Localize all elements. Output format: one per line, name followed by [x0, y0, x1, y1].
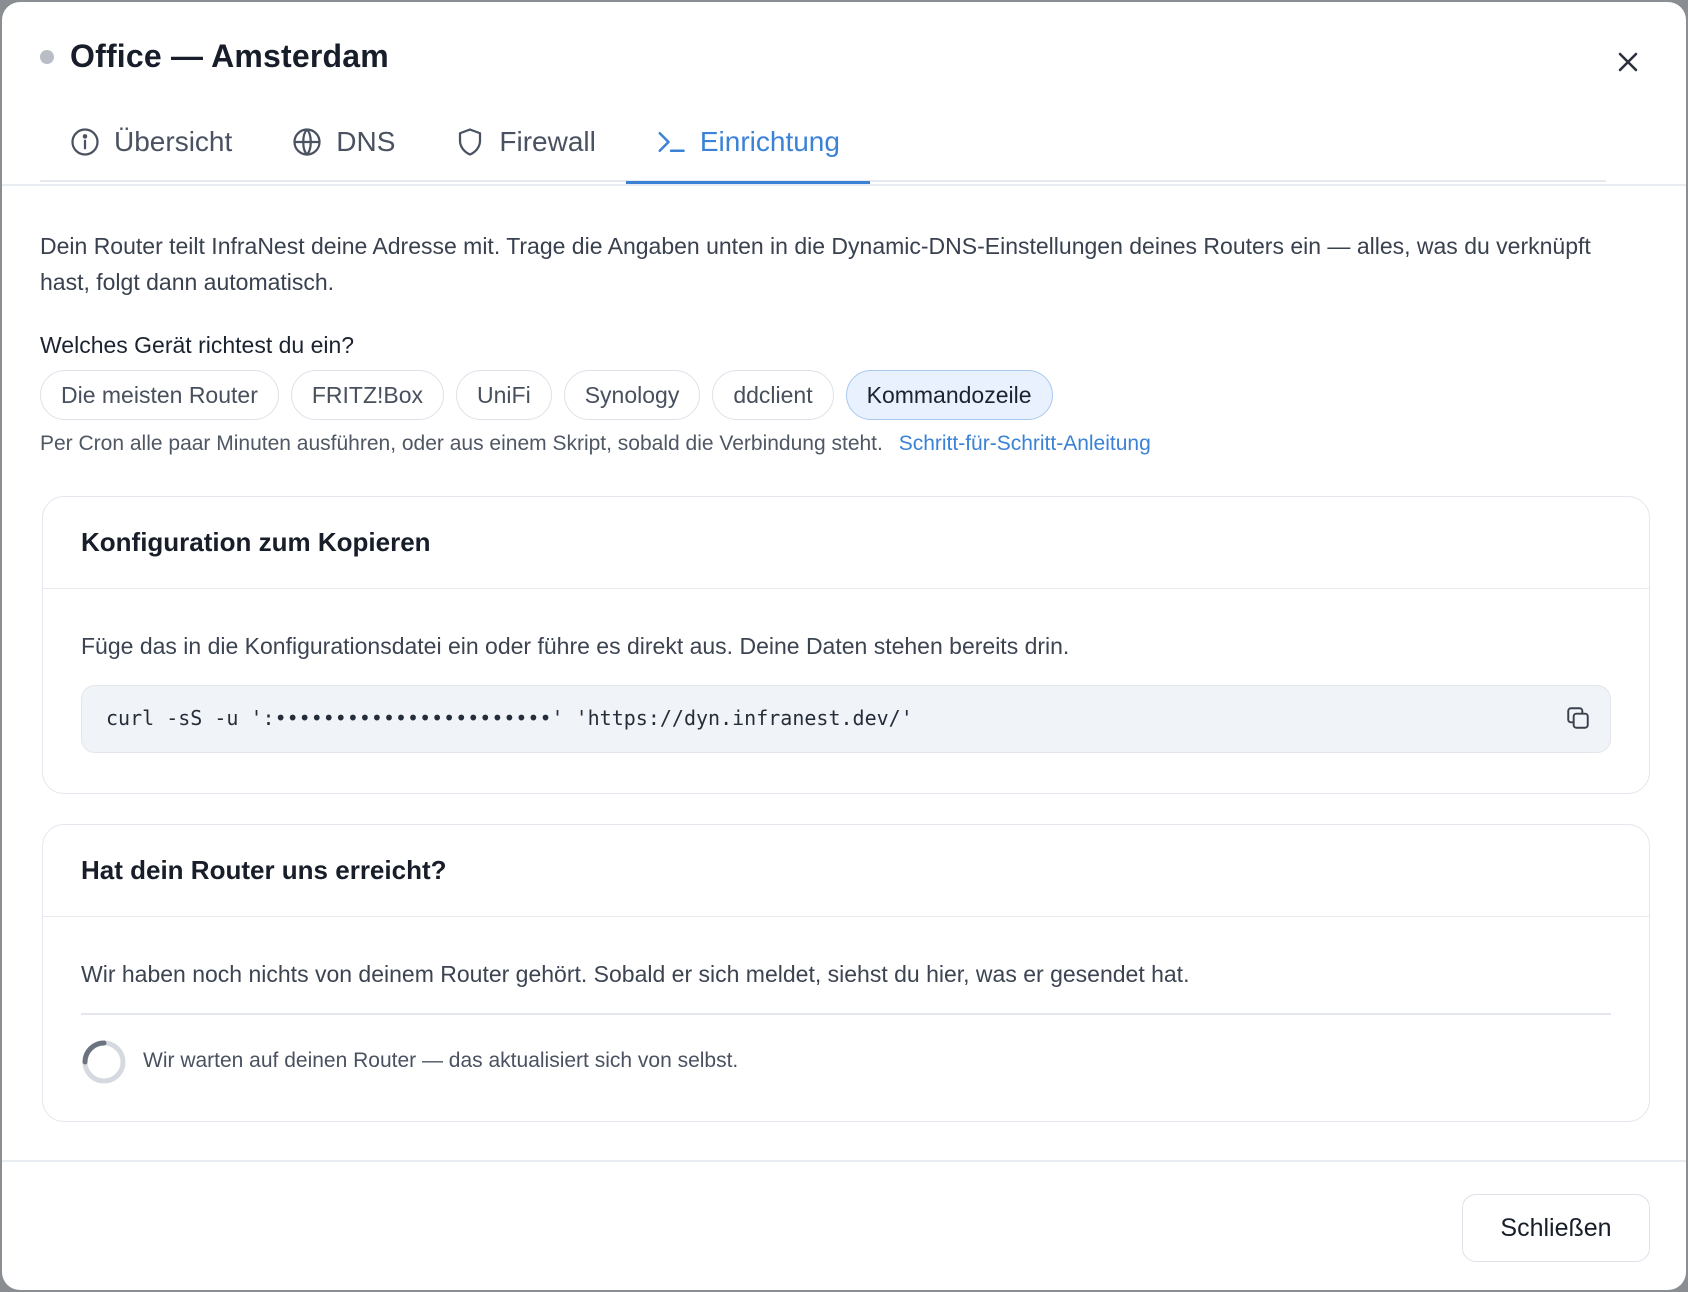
status-card: Hat dein Router uns erreicht? Wir haben … [42, 824, 1650, 1122]
tab-label: Firewall [499, 126, 596, 157]
device-selector: Die meisten Router FRITZ!Box UniFi Synol… [40, 370, 1053, 420]
copy-icon[interactable] [1560, 700, 1596, 736]
shield-icon [459, 128, 482, 156]
tab-label: DNS [336, 126, 396, 157]
divider [81, 1013, 1611, 1015]
intro-text: Dein Router teilt InfraNest deine Adress… [40, 233, 1591, 295]
device-chip-fritzbox[interactable]: FRITZ!Box [290, 370, 445, 420]
info-icon [71, 128, 99, 156]
dialog-header: Office — Amsterdam Übersicht DNS Firewal… [2, 2, 1686, 186]
status-description: Wir haben noch nichts von deinem Router … [81, 961, 1190, 987]
globe-icon [293, 128, 321, 157]
dialog-title: Office — Amsterdam [70, 38, 389, 74]
setup-dialog: Office — Amsterdam Übersicht DNS Firewal… [2, 2, 1686, 1290]
config-card: Konfiguration zum Kopieren Füge das in d… [42, 496, 1650, 794]
status-card-title: Hat dein Router uns erreicht? [43, 825, 1649, 917]
tab-dns[interactable]: DNS [262, 102, 425, 182]
device-chip-die-meisten-router[interactable]: Die meisten Router [40, 370, 279, 420]
waiting-text: Wir warten auf deinen Router — das aktua… [143, 1049, 739, 1072]
loading-spinner-icon [82, 1040, 126, 1084]
device-chip-synology[interactable]: Synology [563, 370, 701, 420]
tab-label: Einrichtung [699, 126, 840, 157]
tab-overview[interactable]: Übersicht [40, 102, 262, 182]
config-card-title: Konfiguration zum Kopieren [43, 497, 1649, 589]
device-hint: Per Cron alle paar Minuten ausführen, od… [40, 432, 1151, 456]
config-description: Füge das in die Konfigurationsdatei ein … [81, 633, 1070, 659]
tab-label: Übersicht [114, 126, 233, 157]
dialog-footer: Schließen [2, 1160, 1686, 1290]
tab-bar: Übersicht DNS Firewall Einrichtung [40, 102, 1606, 184]
config-command[interactable]: curl -sS -u ':•••••••••••••••••••••••' '… [106, 706, 913, 730]
close-button[interactable]: Schließen [1462, 1194, 1650, 1262]
tab-firewall[interactable]: Firewall [425, 102, 625, 182]
close-icon[interactable] [1608, 42, 1648, 82]
terminal-icon [658, 132, 685, 152]
status-dot [40, 50, 54, 64]
hint-text: Per Cron alle paar Minuten ausführen, od… [40, 432, 883, 455]
device-chip-ddclient[interactable]: ddclient [712, 370, 834, 420]
code-block: curl -sS -u ':•••••••••••••••••••••••' '… [81, 685, 1611, 753]
device-question: Welches Gerät richtest du ein? [40, 332, 355, 358]
guide-link[interactable]: Schritt-für-Schritt-Anleitung [899, 432, 1151, 455]
tab-einrichtung[interactable]: Einrichtung [625, 102, 871, 184]
device-chip-unifi[interactable]: UniFi [456, 370, 552, 420]
device-chip-kommandozeile[interactable]: Kommandozeile [845, 370, 1053, 420]
